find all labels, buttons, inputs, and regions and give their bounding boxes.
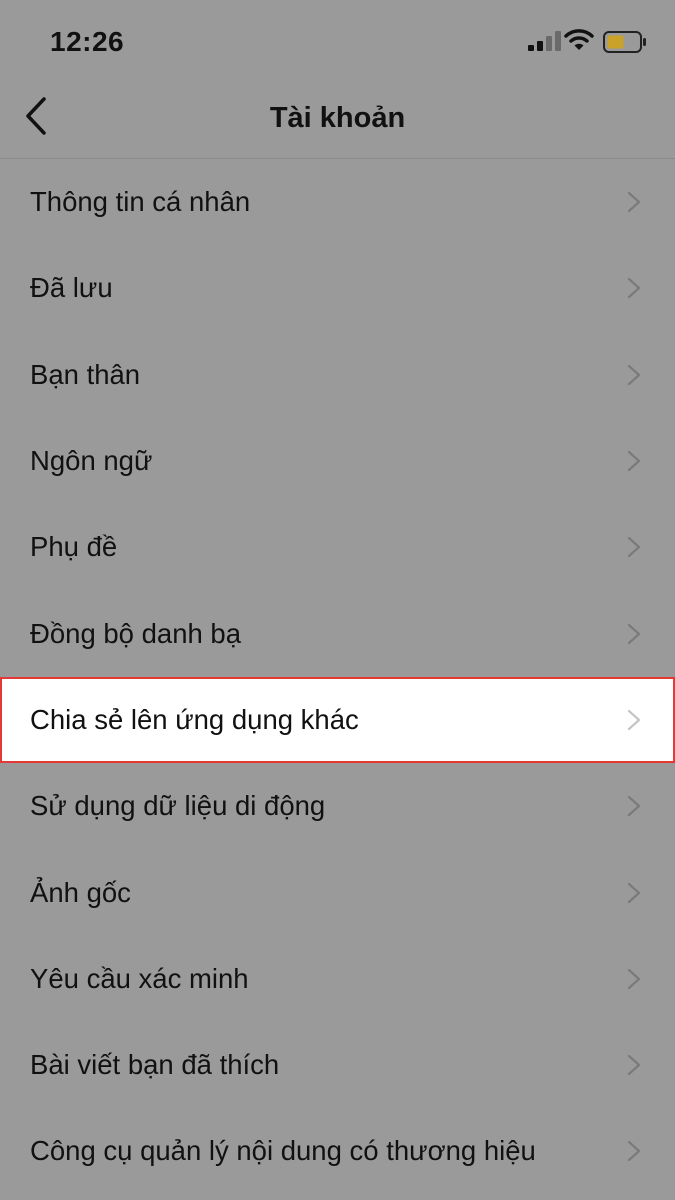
menu-item-liked-posts[interactable]: Bài viết bạn đã thích bbox=[0, 1022, 675, 1108]
menu-item-label: Phụ đề bbox=[30, 531, 118, 563]
chevron-right-icon bbox=[627, 882, 641, 903]
menu-item-captions[interactable]: Phụ đề bbox=[0, 504, 675, 590]
wifi-icon bbox=[564, 29, 594, 50]
menu-item-label: Sử dụng dữ liệu di động bbox=[30, 790, 326, 822]
menu-item-branded-content-tools[interactable]: Công cụ quản lý nội dung có thương hiệu bbox=[0, 1108, 675, 1194]
cellular-signal-icon bbox=[528, 31, 562, 51]
menu-item-contacts-sync[interactable]: Đồng bộ danh bạ bbox=[0, 590, 675, 676]
chevron-right-icon bbox=[627, 709, 641, 731]
chevron-right-icon bbox=[627, 623, 641, 644]
menu-item-request-verification[interactable]: Yêu cầu xác minh bbox=[0, 936, 675, 1022]
menu-item-label: Ngôn ngữ bbox=[30, 445, 153, 477]
menu-item-label: Bạn thân bbox=[30, 358, 141, 390]
menu-item-saved[interactable]: Đã lưu bbox=[0, 245, 675, 331]
menu-item-label: Bài viết bạn đã thích bbox=[30, 1049, 280, 1081]
account-settings-list: Thông tin cá nhân Đã lưu Bạn thân Ngôn n… bbox=[0, 159, 675, 1195]
chevron-right-icon bbox=[627, 537, 641, 558]
menu-item-label: Công cụ quản lý nội dung có thương hiệu bbox=[30, 1135, 536, 1167]
status-time: 12:26 bbox=[50, 26, 125, 57]
menu-item-label: Thông tin cá nhân bbox=[30, 186, 251, 218]
chevron-right-icon bbox=[627, 968, 641, 989]
menu-item-label: Chia sẻ lên ứng dụng khác bbox=[30, 703, 359, 735]
menu-item-close-friends[interactable]: Bạn thân bbox=[0, 332, 675, 418]
battery-low-icon bbox=[603, 31, 646, 53]
status-bar: 12:26 bbox=[0, 0, 675, 80]
chevron-right-icon bbox=[627, 1055, 641, 1076]
menu-item-label: Yêu cầu xác minh bbox=[30, 962, 249, 994]
menu-item-label: Đã lưu bbox=[30, 272, 113, 304]
menu-item-cellular-data-use[interactable]: Sử dụng dữ liệu di động bbox=[0, 763, 675, 849]
chevron-right-icon bbox=[627, 364, 641, 385]
chevron-right-icon bbox=[627, 278, 641, 299]
page-title: Tài khoản bbox=[269, 102, 406, 134]
menu-item-share-to-other-apps[interactable]: Chia sẻ lên ứng dụng khác bbox=[0, 676, 675, 764]
navigation-bar: Tài khoản bbox=[0, 80, 675, 159]
menu-item-language[interactable]: Ngôn ngữ bbox=[0, 418, 675, 504]
chevron-right-icon bbox=[627, 796, 641, 817]
chevron-right-icon bbox=[627, 192, 641, 213]
menu-item-label: Ảnh gốc bbox=[30, 876, 131, 908]
chevron-right-icon bbox=[627, 450, 641, 472]
menu-item-personal-info[interactable]: Thông tin cá nhân bbox=[0, 159, 675, 245]
menu-item-label: Đồng bộ danh bạ bbox=[30, 617, 242, 649]
menu-item-original-photos[interactable]: Ảnh gốc bbox=[0, 849, 675, 935]
chevron-right-icon bbox=[627, 1141, 641, 1162]
